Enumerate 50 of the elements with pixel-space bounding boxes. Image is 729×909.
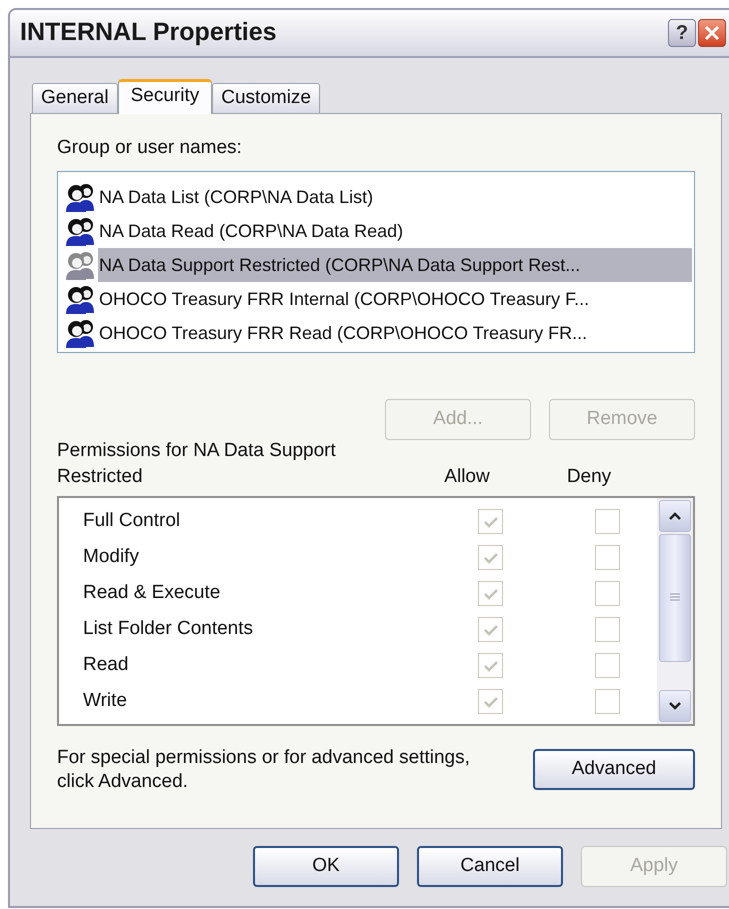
checkbox[interactable]	[478, 689, 503, 714]
tab[interactable]: Customize	[212, 83, 320, 113]
checkbox[interactable]	[595, 689, 620, 714]
permission-name: Write	[83, 689, 128, 714]
checkbox[interactable]	[595, 545, 620, 570]
column-header: Allow	[443, 464, 491, 488]
checkbox[interactable]	[595, 509, 620, 534]
user-item[interactable]: OHOCO Treasury FRR Read (CORP\OHOCO Treasury FR...	[98, 316, 588, 350]
chevron-down-icon	[668, 700, 682, 710]
help-button[interactable]: ?	[668, 19, 696, 47]
advanced-hint: For special permissions or for advanced settings, click Advanced.	[57, 746, 471, 794]
permission-name: Modify	[83, 545, 140, 570]
scroll-thumb[interactable]	[659, 534, 691, 662]
checkbox[interactable]	[478, 509, 503, 534]
window-title: INTERNAL Properties	[20, 17, 278, 48]
scroll-down-button[interactable]	[659, 690, 691, 722]
close-icon	[703, 24, 721, 42]
cancel-button[interactable]: Cancel	[417, 846, 563, 887]
check-icon	[482, 694, 498, 708]
grip-icon	[669, 592, 681, 602]
user-item[interactable]: NA Data List (CORP\NA Data List)	[98, 180, 374, 214]
checkbox[interactable]	[478, 545, 503, 570]
checkbox[interactable]	[478, 581, 503, 606]
check-icon	[482, 586, 498, 600]
user-item[interactable]: NA Data Support Restricted (CORP\NA Data Support Rest...	[98, 248, 692, 282]
user-item[interactable]: NA Data Read (CORP\NA Data Read)	[98, 214, 404, 248]
user-item[interactable]: OHOCO Treasury FRR Internal (CORP\OHOCO Treasury F...	[98, 282, 590, 316]
check-icon	[482, 514, 498, 528]
checkbox[interactable]	[595, 653, 620, 678]
chevron-up-icon	[668, 510, 682, 520]
permissions-label: Permissions for NA Data Support Restricted	[57, 438, 337, 488]
tab[interactable]: General	[32, 83, 118, 113]
check-icon	[482, 658, 498, 672]
scroll-up-button[interactable]	[659, 500, 691, 532]
check-icon	[482, 622, 498, 636]
permission-name: Read & Execute	[83, 581, 222, 606]
tab[interactable]: Security	[118, 79, 212, 114]
column-header: Deny	[566, 464, 612, 488]
checkbox[interactable]	[478, 653, 503, 678]
checkbox[interactable]	[478, 617, 503, 642]
ok-button[interactable]: OK	[253, 846, 399, 887]
permission-name: List Folder Contents	[83, 617, 254, 642]
check-icon	[482, 550, 498, 564]
permission-name: Full Control	[83, 509, 182, 534]
group-label: Group or user names:	[57, 136, 243, 160]
close-button[interactable]	[698, 19, 726, 47]
checkbox[interactable]	[595, 581, 620, 606]
checkbox[interactable]	[595, 617, 620, 642]
permission-name: Read	[83, 653, 130, 678]
advanced-button[interactable]: Advanced	[533, 749, 695, 790]
